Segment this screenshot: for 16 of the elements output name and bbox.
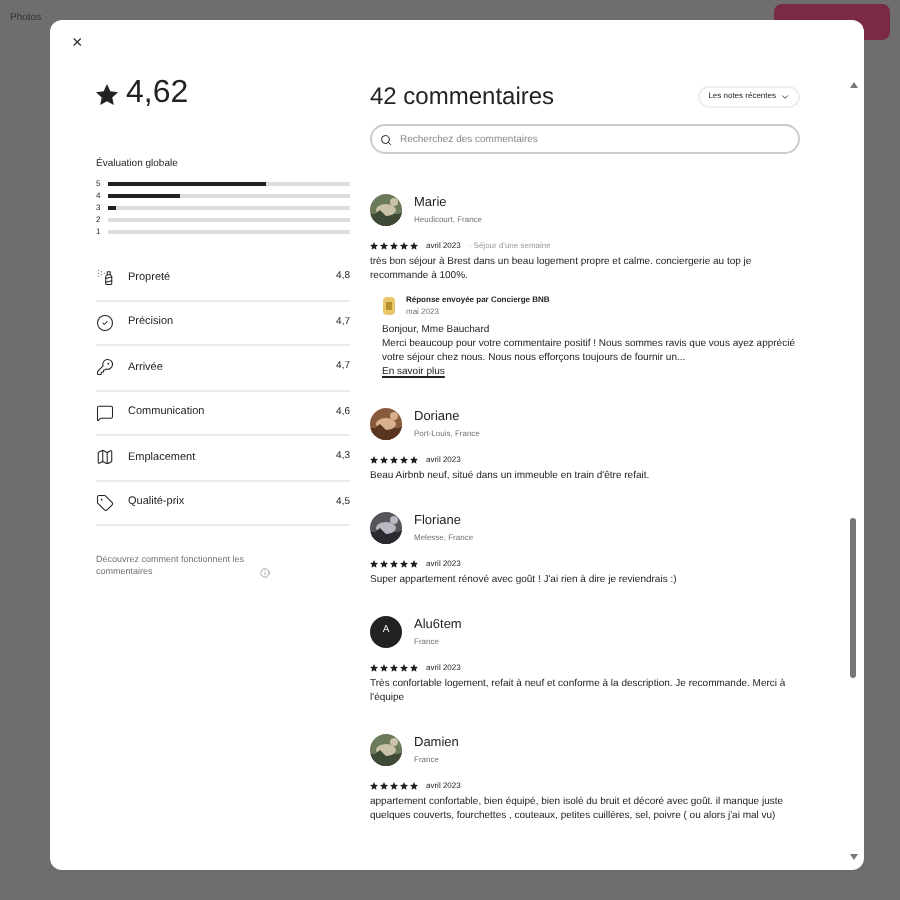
close-button[interactable]: × xyxy=(72,34,92,52)
tag-icon xyxy=(96,493,114,512)
check-circle-icon xyxy=(96,313,114,332)
scroll-up-icon[interactable] xyxy=(849,82,857,88)
map-icon xyxy=(96,448,114,467)
scrollbar-thumb[interactable] xyxy=(850,518,856,678)
star-icon xyxy=(96,83,118,105)
scroll-down-icon[interactable] xyxy=(849,854,857,860)
rating-score: 4,62 xyxy=(126,74,189,114)
key-icon xyxy=(96,358,114,377)
chevron-down-icon xyxy=(780,91,790,101)
host-logo-icon xyxy=(382,296,396,316)
scrollbar[interactable] xyxy=(848,82,858,860)
speech-bubble-icon xyxy=(96,403,114,422)
search-icon xyxy=(380,133,392,145)
reviews-title: 42 commentaires xyxy=(370,80,555,114)
